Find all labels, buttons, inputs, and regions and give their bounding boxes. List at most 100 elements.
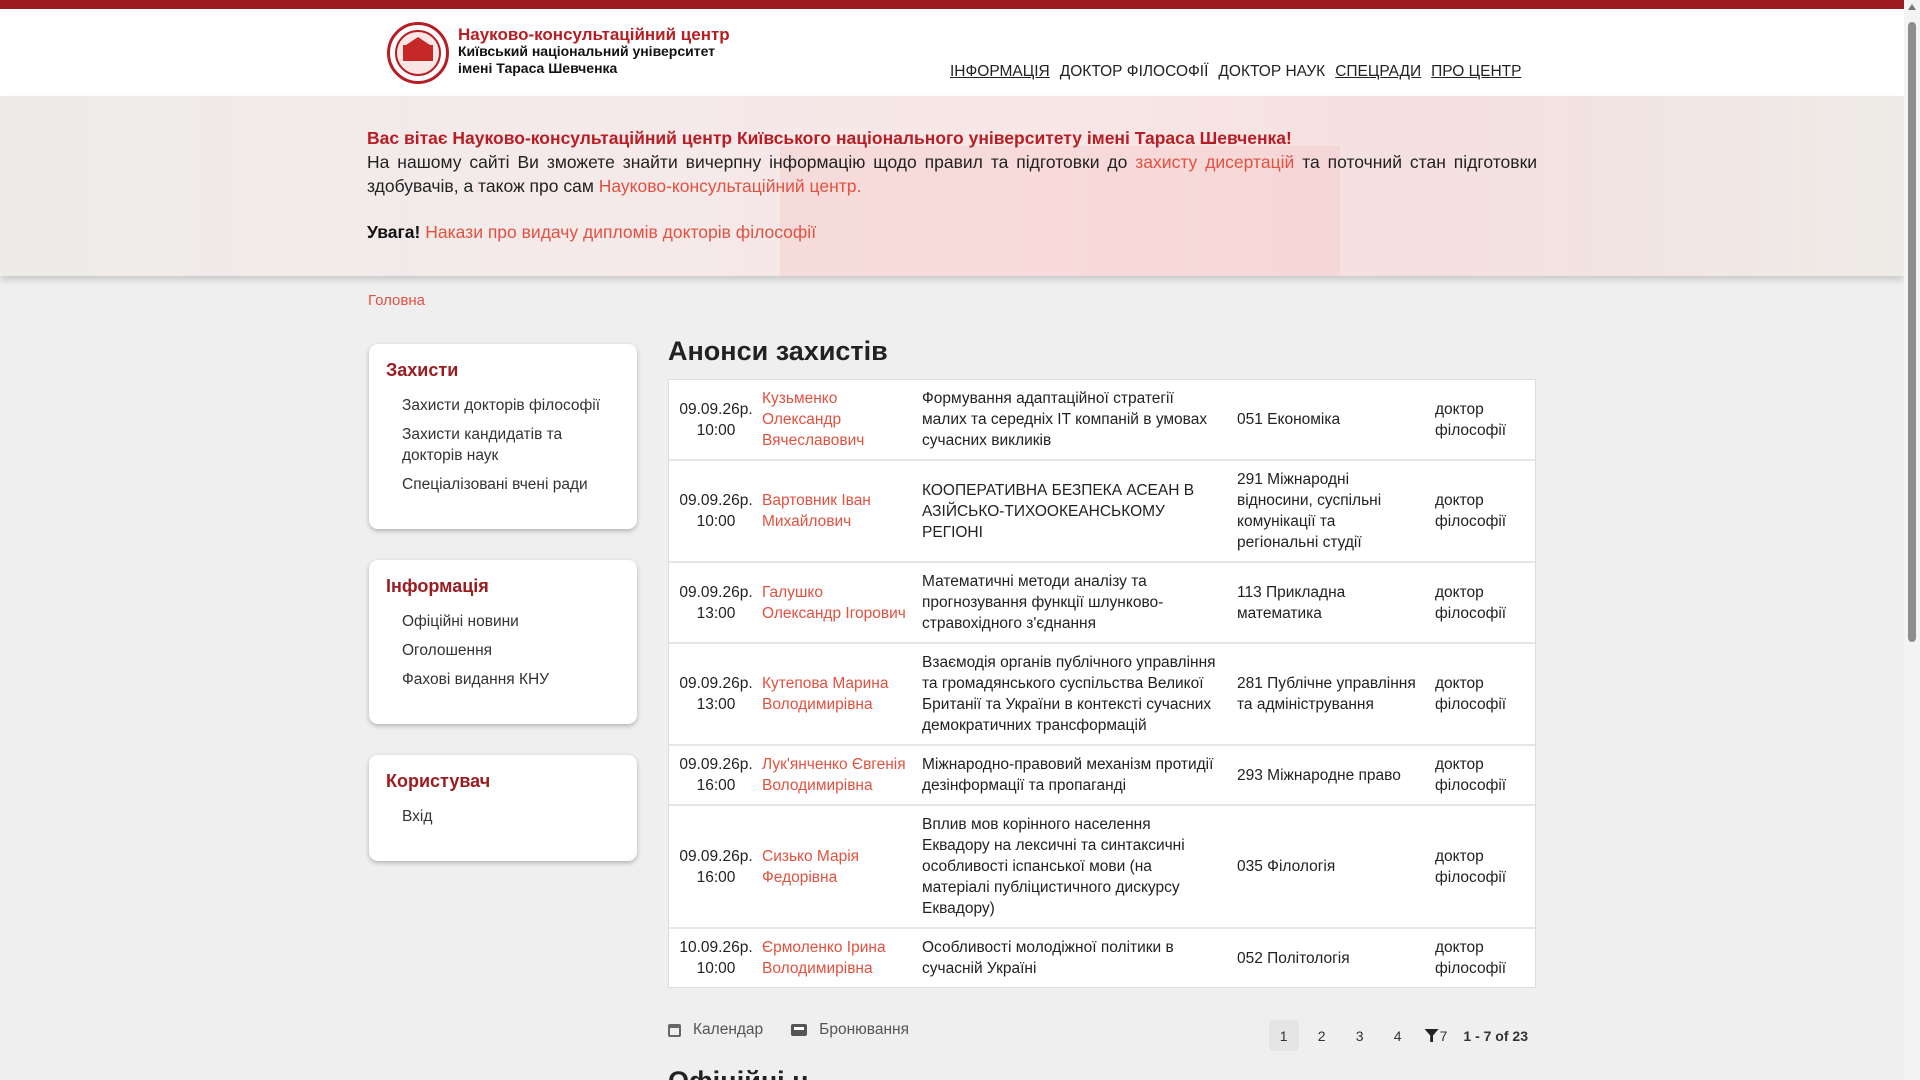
candidate-name[interactable]: Вартовник Іван Михайлович xyxy=(754,482,914,540)
sidebar-box-title: Інформація xyxy=(386,576,489,596)
degree: доктор філософії xyxy=(1435,847,1507,886)
nav-item-councils[interactable]: СПЕЦРАДИ xyxy=(1335,63,1421,81)
candidate-name[interactable]: Сизько Марія Федорівна xyxy=(754,838,914,896)
defense-date: 09.09.26р. 10:00 xyxy=(679,400,753,439)
sidebar-box-user: Користувач Вхід xyxy=(369,755,637,861)
scroll-thumb[interactable] xyxy=(1908,22,1916,642)
warning-label: Увага! xyxy=(367,222,421,242)
hero-banner: Вас вітає Науково-консультаційний центр … xyxy=(0,96,1904,276)
sidebar-item-candidate-defenses[interactable]: Захисти кандидатів та докторів наук xyxy=(402,424,620,466)
thesis-title: Взаємодія органів публічного управління … xyxy=(922,654,1216,734)
thesis-title: Міжнародно-правовий механізм протидії де… xyxy=(922,756,1214,794)
specialty: 052 Політологія xyxy=(1237,949,1350,967)
thesis-title: Формування адаптаційної стратегії малих … xyxy=(922,390,1208,449)
page-2-button[interactable]: 2 xyxy=(1307,1020,1337,1051)
breadcrumb-home[interactable]: Головна xyxy=(368,292,425,309)
defense-date: 09.09.26р. 13:00 xyxy=(679,675,753,713)
defense-link[interactable]: захисту дисертацій xyxy=(1135,152,1294,172)
degree: доктор філософії xyxy=(1435,756,1507,794)
defense-date: 09.09.26р. 10:00 xyxy=(679,492,753,530)
main-content: Анонси захистів 09.09.26р. 10:00 Кузьмен… xyxy=(668,336,1536,988)
diploma-orders-link[interactable]: Накази про видачу дипломів докторів філо… xyxy=(425,222,816,242)
brand-line-1: Науково-консультаційний центр xyxy=(458,25,730,44)
sidebar-box-title: Захисти xyxy=(386,360,459,380)
defense-table: 09.09.26р. 10:00 Кузьменко Олександр Вяч… xyxy=(668,379,1536,988)
calendar-link[interactable]: Календар xyxy=(668,1021,763,1039)
warning-line: Увага! Накази про видачу дипломів доктор… xyxy=(367,220,1537,244)
degree: доктор філософії xyxy=(1435,492,1507,530)
candidate-name[interactable]: Єрмоленко Ірина Володимирівна xyxy=(754,929,914,987)
specialty: 113 Прикладна математика xyxy=(1237,583,1346,622)
sidebar-item-announcements[interactable]: Оголошення xyxy=(402,640,620,661)
university-logo[interactable] xyxy=(387,22,449,84)
page-1-button[interactable]: 1 xyxy=(1268,1020,1299,1051)
page-size-count: 7 xyxy=(1439,1027,1448,1044)
page-4-button[interactable]: 4 xyxy=(1383,1020,1413,1051)
building-icon xyxy=(403,45,433,61)
candidate-name[interactable]: Кутепова Марина Володимирівна xyxy=(754,665,914,723)
degree: доктор філософії xyxy=(1435,939,1507,977)
booking-link[interactable]: Бронювання xyxy=(791,1021,909,1039)
defense-date: 09.09.26р. 16:00 xyxy=(679,756,753,794)
nav-item-phd[interactable]: ДОКТОР ФІЛОСОФІЇ xyxy=(1060,63,1209,81)
candidate-name[interactable]: Галушко Олександр Ігорович xyxy=(754,574,914,632)
nav-item-about[interactable]: ПРО ЦЕНТР xyxy=(1431,63,1521,81)
page-size-filter[interactable]: 7 xyxy=(1424,1027,1448,1044)
brand-line-3: імені Тараса Шевченка xyxy=(458,60,618,76)
scroll-up-arrow-icon[interactable] xyxy=(1908,4,1916,10)
next-section-title: Офіційні н xyxy=(668,1066,808,1080)
table-footer: Календар Бронювання 1 2 3 4 7 1 - 7 of 2… xyxy=(668,1018,1536,1054)
site-header: Науково-консультаційний центр Київський … xyxy=(0,9,1904,96)
candidate-name[interactable]: Лук'янченко Євгенія Володимирівна xyxy=(754,746,914,804)
filter-icon xyxy=(1424,1029,1439,1042)
sidebar-item-councils[interactable]: Спеціалізовані вчені ради xyxy=(402,474,620,495)
results-range: 1 - 7 of 23 xyxy=(1463,1027,1528,1044)
welcome-text: Вас вітає Науково-консультаційний центр … xyxy=(367,128,1292,148)
sidebar-item-phd-defenses[interactable]: Захисти докторів філософії xyxy=(402,395,620,416)
specialty: 035 Філологія xyxy=(1237,858,1336,875)
specialty: 291 Міжнародні відносини, суспільні кому… xyxy=(1237,471,1382,551)
thesis-title: Математичні методи аналізу та прогнозува… xyxy=(922,573,1164,632)
sidebar-box-title: Користувач xyxy=(386,771,491,791)
specialty: 281 Публічне управління та адмініструван… xyxy=(1237,675,1416,713)
hero-content: Вас вітає Науково-консультаційний центр … xyxy=(367,126,1537,244)
main-nav: ІНФОРМАЦІЯ ДОКТОР ФІЛОСОФІЇ ДОКТОР НАУК … xyxy=(950,63,1521,81)
intro-text: На нашому сайті Ви зможете знайти вичерп… xyxy=(367,152,1537,196)
calendar-label: Календар xyxy=(693,1021,764,1038)
sidebar-item-journals[interactable]: Фахові видання КНУ xyxy=(402,669,620,690)
degree: доктор філософії xyxy=(1435,675,1507,713)
nav-item-information[interactable]: ІНФОРМАЦІЯ xyxy=(950,63,1050,81)
sidebar-box-information: Інформація Офіційні новини Оголошення Фа… xyxy=(369,560,637,724)
degree: доктор філософії xyxy=(1435,400,1507,439)
page-3-button[interactable]: 3 xyxy=(1345,1020,1375,1051)
defense-date: 09.09.26р. 16:00 xyxy=(679,847,753,886)
sidebar-item-official-news[interactable]: Офіційні новини xyxy=(402,611,620,632)
table-row: 09.09.26р. 10:00 Вартовник Іван Михайлов… xyxy=(669,461,1535,563)
specialty: 293 Міжнародне право xyxy=(1237,766,1401,784)
table-row: 10.09.26р. 10:00 Єрмоленко Ірина Володим… xyxy=(669,929,1535,987)
footer-links: Календар Бронювання xyxy=(668,1021,909,1039)
booking-label: Бронювання xyxy=(819,1021,909,1038)
candidate-name[interactable]: Кузьменко Олександр Вячеславович xyxy=(754,380,914,459)
table-row: 09.09.26р. 13:00 Галушко Олександр Ігоро… xyxy=(669,563,1535,644)
degree: доктор філософії xyxy=(1435,583,1507,622)
table-row: 09.09.26р. 16:00 Лук'янченко Євгенія Вол… xyxy=(669,746,1535,806)
thesis-title: КООПЕРАТИВНА БЕЗПЕКА АСЕАН В АЗІЙСЬКО-ТИ… xyxy=(922,481,1195,541)
thesis-title: Особливості молодіжної політики в сучасн… xyxy=(922,939,1174,977)
page-title: Анонси захистів xyxy=(668,336,888,366)
top-accent-strip xyxy=(0,0,1904,9)
brand-text[interactable]: Науково-консультаційний центр Київський … xyxy=(458,26,730,77)
thesis-title: Вплив мов корінного населення Еквадору н… xyxy=(922,816,1185,917)
sidebar-item-login[interactable]: Вхід xyxy=(402,806,620,827)
defense-date: 10.09.26р. 10:00 xyxy=(679,939,753,977)
center-link[interactable]: Науково-консультаційний центр. xyxy=(599,176,862,196)
booking-icon xyxy=(791,1024,808,1036)
nav-item-doctor-of-science[interactable]: ДОКТОР НАУК xyxy=(1218,63,1325,81)
table-row: 09.09.26р. 10:00 Кузьменко Олександр Вяч… xyxy=(669,380,1535,461)
sidebar: Захисти Захисти докторів філософії Захис… xyxy=(369,344,637,892)
defense-date: 09.09.26р. 13:00 xyxy=(679,583,753,622)
specialty: 051 Економіка xyxy=(1237,411,1341,428)
table-row: 09.09.26р. 13:00 Кутепова Марина Володим… xyxy=(669,644,1535,746)
sidebar-box-defenses: Захисти Захисти докторів філософії Захис… xyxy=(369,344,637,529)
page-scrollbar[interactable] xyxy=(1904,0,1920,1080)
